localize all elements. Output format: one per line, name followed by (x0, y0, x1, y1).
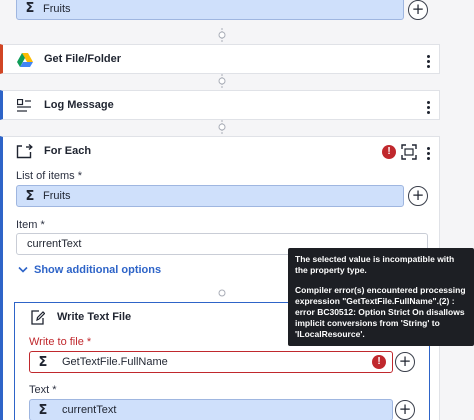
kebab-icon[interactable] (427, 145, 431, 162)
sigma-icon: Σ (25, 1, 35, 16)
write-to-file-field[interactable]: Σ GetTextFile.FullName ! (29, 351, 393, 373)
card-title: Log Message (44, 99, 114, 111)
list-of-items-field[interactable]: Σ Fruits (16, 185, 404, 207)
plus-circle-icon[interactable]: + (395, 352, 415, 372)
card-title: For Each (44, 145, 92, 157)
text-value: currentText (62, 404, 117, 416)
kebab-icon[interactable] (427, 99, 431, 116)
write-to-file-label: Write to file * (29, 336, 92, 348)
chevron-down-icon[interactable] (18, 266, 28, 274)
write-to-file-value: GetTextFile.FullName (62, 356, 168, 368)
card-title: Write Text File (57, 311, 132, 323)
kebab-icon[interactable] (427, 53, 431, 70)
get-file-card[interactable]: Get File/Folder (0, 44, 440, 74)
connector-icon (218, 120, 226, 134)
top-field-value: Fruits (43, 2, 71, 15)
plus-circle-icon[interactable]: + (408, 186, 428, 206)
plus-circle-icon[interactable]: + (408, 0, 428, 20)
list-of-items-label: List of items * (16, 170, 83, 182)
error-icon[interactable]: ! (382, 145, 396, 159)
log-message-card[interactable]: Log Message (0, 90, 440, 120)
error-tooltip: The selected value is incompatible with … (288, 248, 474, 346)
card-title: Get File/Folder (44, 53, 122, 65)
top-collection-field[interactable]: Σ Fruits (16, 0, 404, 20)
item-label: Item * (16, 219, 45, 231)
connector-icon (218, 74, 226, 88)
log-icon (17, 99, 31, 112)
sigma-icon: Σ (38, 354, 48, 370)
connector-icon (218, 289, 226, 297)
google-drive-icon (17, 53, 33, 67)
tooltip-line-1: The selected value is incompatible with … (295, 254, 455, 275)
plus-circle-icon[interactable]: + (395, 400, 415, 420)
text-label: Text * (29, 384, 57, 396)
tooltip-line-2: Compiler error(s) encountered processing… (295, 285, 466, 339)
show-additional-options-link[interactable]: Show additional options (34, 264, 161, 276)
sigma-icon: Σ (25, 188, 35, 204)
error-icon[interactable]: ! (372, 355, 386, 369)
connector-icon (218, 28, 226, 42)
loop-icon (16, 143, 33, 159)
text-field[interactable]: Σ currentText (29, 399, 393, 420)
item-value: currentText (27, 238, 82, 250)
edit-file-icon (31, 310, 45, 325)
list-of-items-value: Fruits (43, 190, 71, 202)
sigma-icon: Σ (38, 402, 48, 418)
focus-icon[interactable] (401, 144, 417, 160)
